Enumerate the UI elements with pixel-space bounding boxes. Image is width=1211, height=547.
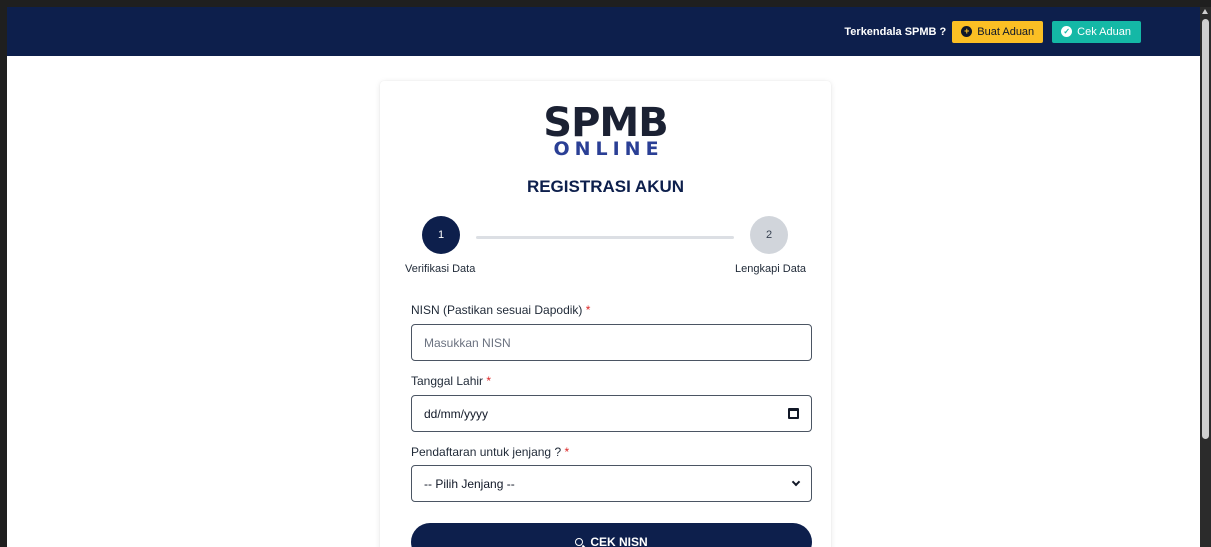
cek-nisn-label: CEK NISN	[590, 535, 648, 547]
page-scrollbar[interactable]	[1200, 7, 1211, 547]
scrollbar-thumb[interactable]	[1202, 19, 1209, 439]
calendar-icon[interactable]	[788, 408, 799, 419]
cek-aduan-label: Cek Aduan	[1077, 25, 1131, 38]
jenjang-label-text: Pendaftaran untuk jenjang ?	[411, 445, 562, 459]
required-mark: *	[564, 445, 570, 459]
tanggal-lahir-label-text: Tanggal Lahir	[411, 374, 484, 388]
buat-aduan-label: Buat Aduan	[977, 25, 1035, 38]
help-text: Terkendala SPMB ?	[844, 25, 947, 38]
scroll-up-arrow-icon[interactable]	[1202, 9, 1208, 14]
required-mark: *	[486, 374, 492, 388]
spmb-online-logo: SPMB ONLINE	[380, 100, 831, 160]
jenjang-label: Pendaftaran untuk jenjang ? *	[411, 445, 569, 459]
step-1-indicator: 1	[422, 216, 460, 254]
browser-viewport: Terkendala SPMB ? + Buat Aduan ✓ Cek Adu…	[0, 0, 1211, 547]
check-circle-icon: ✓	[1061, 26, 1073, 37]
logo-main-text: SPMB	[543, 100, 668, 146]
cek-aduan-button[interactable]: ✓ Cek Aduan	[1052, 20, 1141, 43]
buat-aduan-button[interactable]: + Buat Aduan	[952, 20, 1044, 43]
top-navbar: Terkendala SPMB ? + Buat Aduan ✓ Cek Adu…	[7, 7, 1211, 56]
page-title: REGISTRASI AKUN	[526, 177, 685, 196]
nisn-input[interactable]: Masukkan NISN	[411, 324, 812, 361]
logo-sub-text: ONLINE	[553, 138, 664, 160]
nisn-label-text: NISN (Pastikan sesuai Dapodik)	[411, 303, 583, 317]
nisn-label: NISN (Pastikan sesuai Dapodik) *	[411, 303, 590, 317]
tanggal-lahir-label: Tanggal Lahir *	[411, 374, 491, 388]
cek-nisn-button[interactable]: CEK NISN	[411, 523, 812, 547]
required-mark: *	[585, 303, 591, 317]
jenjang-selected-value: -- Pilih Jenjang --	[424, 476, 515, 491]
registration-stepper: 1 2 Verifikasi Data Lengkapi Data	[380, 216, 831, 276]
jenjang-select[interactable]: -- Pilih Jenjang --	[411, 465, 812, 502]
step-1-label: Verifikasi Data	[405, 263, 476, 275]
registration-card: SPMB ONLINE REGISTRASI AKUN 1 2 Verifika…	[380, 81, 831, 547]
tanggal-lahir-input[interactable]: dd/mm/yyyy	[411, 395, 812, 432]
step-2-indicator: 2	[750, 216, 788, 254]
step-2-label: Lengkapi Data	[735, 263, 806, 275]
chevron-down-icon	[791, 477, 801, 487]
search-icon	[575, 538, 584, 546]
step-progress-line	[476, 236, 734, 239]
plus-circle-icon: +	[961, 26, 973, 37]
nisn-placeholder: Masukkan NISN	[424, 335, 511, 350]
tanggal-lahir-value: dd/mm/yyyy	[424, 406, 489, 421]
